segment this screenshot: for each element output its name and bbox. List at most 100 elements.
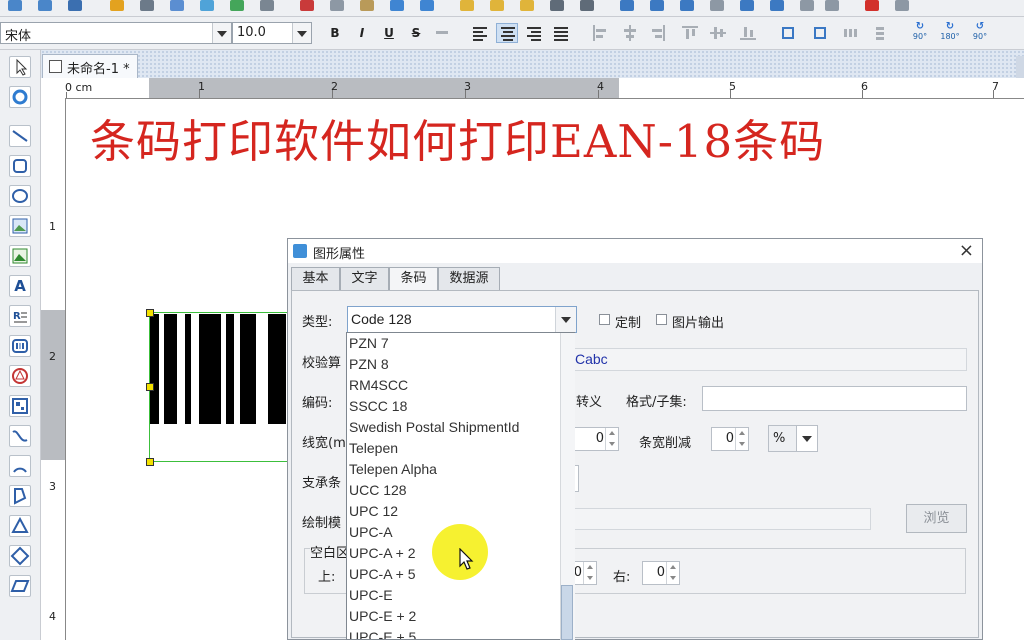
open-file-icon[interactable] [38,0,52,11]
align-objects-bottom-icon[interactable] [740,25,756,41]
pdf-icon[interactable] [865,0,879,11]
chevron-down-icon[interactable] [796,426,817,451]
ellipse-tool-icon[interactable] [9,185,31,207]
cut-icon[interactable] [300,0,314,11]
rotate-tool-icon[interactable] [9,86,31,108]
rich-text-tool-icon[interactable]: R [9,305,31,327]
image-output-checkbox[interactable] [656,314,667,325]
globe-icon[interactable] [230,0,244,11]
document-tab[interactable]: 未命名-1 * [42,54,138,78]
dropdown-option[interactable]: UPC-A + 2 [349,545,416,566]
parallelogram-tool-icon[interactable] [9,575,31,597]
polygon-tool-icon[interactable] [9,485,31,507]
clear-format-icon[interactable] [434,25,450,41]
zoom-out-icon[interactable] [490,0,504,11]
barcode-type-dropdown-list[interactable]: PZN 7 PZN 8 RM4SCC SSCC 18 Swedish Posta… [346,332,575,640]
tab-text[interactable]: 文字 [340,267,389,290]
group-icon[interactable] [680,0,694,11]
tab-barcode[interactable]: 条码 [389,267,438,291]
rectangle-tool-icon[interactable] [9,155,31,177]
align-center-button[interactable] [496,23,518,43]
arc-tool-icon[interactable] [9,455,31,477]
strikethrough-button[interactable]: S [405,23,427,43]
distribute-icon[interactable] [800,0,814,11]
zoom-in-icon[interactable] [460,0,474,11]
dropdown-option[interactable]: PZN 7 [349,335,389,356]
align-left-button[interactable] [469,23,491,43]
dropdown-option[interactable]: UPC-A [349,524,393,545]
qrcode-tool-icon[interactable] [9,395,31,417]
dropdown-option[interactable]: UPC-E [349,587,393,608]
bar-reduction-stepper[interactable]: 0 [711,427,749,451]
tabstrip-scroll[interactable] [1016,56,1024,78]
export-icon[interactable] [550,0,564,11]
stepper-arrows-icon[interactable] [666,562,679,584]
format-subset-input[interactable] [702,386,967,411]
rotate-270-button[interactable]: ↺ 90° [968,22,992,44]
stepper-arrows-icon[interactable] [605,428,618,450]
import-icon[interactable] [580,0,594,11]
resize-handle[interactable] [146,309,154,317]
tab-datasource[interactable]: 数据源 [438,267,500,290]
barcode-type-select[interactable]: Code 128 [347,306,577,333]
send-back-icon[interactable] [650,0,664,11]
zoom-fit-icon[interactable] [520,0,534,11]
same-width-icon[interactable] [780,25,796,41]
underline-button[interactable]: U [378,23,400,43]
browse-button[interactable]: 浏览 [906,504,967,533]
dropdown-option[interactable]: PZN 8 [349,356,389,377]
dropdown-option[interactable]: UCC 128 [349,482,407,503]
dialog-titlebar[interactable]: 图形属性 × [288,239,982,263]
redo-icon[interactable] [420,0,434,11]
dropdown-scroll-thumb[interactable] [561,585,573,640]
print-preview-icon[interactable] [170,0,184,11]
italic-button[interactable]: I [351,23,373,43]
align-icon[interactable] [825,0,839,11]
database-icon[interactable] [200,0,214,11]
select-pointer-icon[interactable] [9,56,31,78]
chevron-down-icon[interactable] [555,307,576,332]
diamond-tool-icon[interactable] [9,545,31,567]
image-tool-icon[interactable] [9,215,31,237]
top-margin-stepper[interactable]: 0 [573,561,597,585]
stepper-arrows-icon[interactable] [735,428,748,450]
canvas-heading-text[interactable]: 条码打印软件如何打印EAN-18条码 [90,105,825,170]
chevron-down-icon[interactable] [212,23,231,43]
save-icon[interactable] [68,0,82,11]
align-right-button[interactable] [523,23,545,43]
undo-icon[interactable] [390,0,404,11]
unlock-icon[interactable] [770,0,784,11]
dropdown-option[interactable]: Telepen Alpha [349,461,437,482]
paste-icon[interactable] [360,0,374,11]
distribute-horizontal-icon[interactable] [842,25,858,41]
dropdown-option[interactable]: UPC-E + 2 [349,608,416,629]
print-icon[interactable] [140,0,154,11]
barcode-object[interactable] [146,309,299,466]
close-icon[interactable]: × [959,240,974,261]
bring-front-icon[interactable] [620,0,634,11]
triangle-tool-icon[interactable] [9,515,31,537]
calculator-icon[interactable] [895,0,909,11]
dropdown-option[interactable]: UPC-A + 5 [349,566,416,587]
same-height-icon[interactable] [812,25,828,41]
lock-icon[interactable] [740,0,754,11]
right-margin-stepper[interactable]: 0 [642,561,680,585]
copy-icon[interactable] [330,0,344,11]
align-objects-center-icon[interactable] [622,25,638,41]
distribute-vertical-icon[interactable] [872,25,888,41]
dropdown-option[interactable]: UPC 12 [349,503,398,524]
align-objects-right-icon[interactable] [650,25,666,41]
font-size-select[interactable]: 10.0 [232,22,312,44]
draw-template-input[interactable] [573,508,871,530]
picture-tool-icon[interactable] [9,245,31,267]
text-tool-icon[interactable]: A [9,275,31,297]
align-objects-top-icon[interactable] [682,25,698,41]
bold-button[interactable]: B [324,23,346,43]
custom-checkbox[interactable] [599,314,610,325]
resize-handle[interactable] [146,383,154,391]
rotate-180-button[interactable]: ↻ 180° [938,22,962,44]
checksum-field[interactable]: Cabc [573,348,967,371]
reduction-unit-select[interactable]: % [768,425,818,452]
resize-handle[interactable] [146,458,154,466]
grid-icon[interactable] [260,0,274,11]
